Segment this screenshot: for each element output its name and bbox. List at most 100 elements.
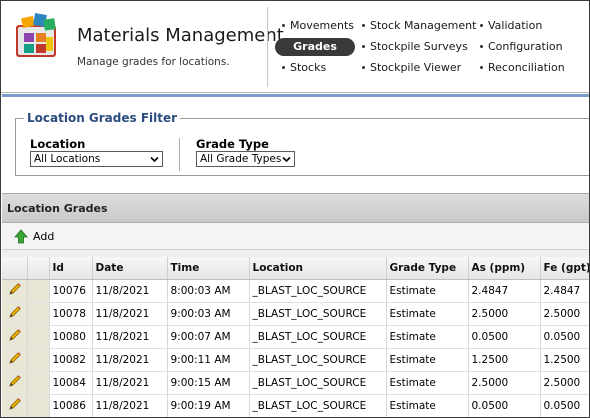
cell-id: 10078 [49, 302, 93, 326]
nav-movements[interactable]: Movements [282, 17, 354, 35]
nav-label: Reconciliation [488, 61, 565, 74]
cell-fe: 2.5000 [540, 371, 589, 395]
chevron-down-icon [282, 156, 291, 163]
cell-time: 9:00:07 AM [167, 325, 250, 349]
nav-label: Movements [290, 19, 354, 32]
add-label: Add [33, 230, 55, 243]
table-row[interactable]: 10082 11/8/2021 9:00:11 AM _BLAST_LOC_SOURC… [2, 348, 589, 372]
spacer-cell [27, 371, 50, 395]
cell-fe: 0.0500 [540, 325, 589, 349]
cell-as: 2.5000 [468, 302, 541, 326]
column-header-grade-type[interactable]: Grade Type [386, 257, 469, 280]
bullet-icon [362, 23, 365, 27]
cell-as: 2.5000 [468, 371, 541, 395]
nav-stockpile-surveys[interactable]: Stockpile Surveys [362, 38, 468, 56]
pencil-icon [9, 398, 21, 410]
add-button[interactable]: Add [14, 228, 55, 245]
cell-id: 10086 [49, 394, 93, 417]
cell-location: _BLAST_LOC_SOURCE [249, 371, 387, 395]
grade-type-label: Grade Type [196, 137, 269, 151]
column-header-id[interactable]: Id [49, 257, 93, 280]
cell-id: 10076 [49, 279, 93, 303]
pencil-icon [9, 306, 21, 318]
spacer-cell [27, 302, 50, 326]
nav-grades[interactable]: Grades [275, 38, 355, 56]
nav-stockpile-viewer[interactable]: Stockpile Viewer [362, 59, 461, 77]
cell-time: 9:00:11 AM [167, 348, 250, 372]
pencil-icon [9, 329, 21, 341]
edit-cell[interactable] [2, 302, 28, 326]
filter-legend: Location Grades Filter [24, 111, 181, 125]
cell-as: 1.2500 [468, 348, 541, 372]
cell-grade-type: Estimate [386, 394, 469, 417]
location-select[interactable]: All Locations [30, 151, 163, 167]
nav-configuration[interactable]: Configuration [480, 38, 563, 56]
cell-as: 2.4847 [468, 279, 541, 303]
cell-id: 10080 [49, 325, 93, 349]
grade-type-select[interactable]: All Grade Types [196, 151, 295, 167]
edit-cell[interactable] [2, 394, 28, 417]
cell-time: 9:00:15 AM [167, 371, 250, 395]
edit-cell[interactable] [2, 348, 28, 372]
cell-grade-type: Estimate [386, 325, 469, 349]
section-title: Location Grades [2, 193, 589, 223]
filter-separator [179, 138, 180, 171]
cell-location: _BLAST_LOC_SOURCE [249, 325, 387, 349]
bullet-icon [480, 44, 483, 48]
bullet-icon [282, 65, 285, 69]
cell-id: 10084 [49, 371, 93, 395]
nav-stock-management[interactable]: Stock Management [362, 17, 476, 35]
cell-date: 11/8/2021 [92, 348, 168, 372]
edit-cell[interactable] [2, 371, 28, 395]
app-logo-icon [16, 13, 56, 57]
column-header-time[interactable]: Time [167, 257, 250, 280]
filter-area: Location Grades Filter Location All Loca… [2, 94, 589, 193]
cell-as: 0.0500 [468, 394, 541, 417]
nav-reconciliation[interactable]: Reconciliation [480, 59, 565, 77]
grades-section: Location Grades Add Id Date Time Locatio [2, 193, 589, 417]
table-row[interactable]: 10084 11/8/2021 9:00:15 AM _BLAST_LOC_SOURC… [2, 371, 589, 395]
bullet-icon [362, 44, 365, 48]
column-header-location[interactable]: Location [249, 257, 387, 280]
nav-label: Validation [488, 19, 543, 32]
cell-date: 11/8/2021 [92, 279, 168, 303]
cell-grade-type: Estimate [386, 348, 469, 372]
grades-table: Id Date Time Location Grade Type As (ppm… [2, 257, 589, 417]
cell-grade-type: Estimate [386, 371, 469, 395]
table-row[interactable]: 10076 11/8/2021 8:00:03 AM _BLAST_LOC_SOURC… [2, 279, 589, 303]
table-row[interactable]: 10078 11/8/2021 9:00:03 AM _BLAST_LOC_SOURC… [2, 302, 589, 326]
nav-stocks[interactable]: Stocks [282, 59, 326, 77]
chevron-down-icon [150, 156, 159, 163]
nav-divider [267, 7, 268, 87]
table-row[interactable]: 10080 11/8/2021 9:00:07 AM _BLAST_LOC_SOURC… [2, 325, 589, 349]
bullet-icon [480, 65, 483, 69]
edit-cell[interactable] [2, 325, 28, 349]
spacer-cell [27, 325, 50, 349]
spacer-cell [27, 394, 50, 417]
cell-fe: 0.0500 [540, 394, 589, 417]
filter-fieldset [15, 118, 589, 176]
cell-time: 9:00:19 AM [167, 394, 250, 417]
cell-location: _BLAST_LOC_SOURCE [249, 302, 387, 326]
grid-toolbar: Add [2, 223, 589, 250]
column-header-as[interactable]: As (ppm) [468, 257, 541, 280]
pencil-icon [9, 375, 21, 387]
edit-column-header [2, 257, 28, 280]
column-header-fe[interactable]: Fe (gpt) [540, 257, 589, 280]
nav-label: Stocks [290, 61, 327, 74]
cell-fe: 2.5000 [540, 302, 589, 326]
location-select-value: All Locations [34, 153, 101, 165]
table-header-row: Id Date Time Location Grade Type As (ppm… [2, 257, 589, 280]
edit-cell[interactable] [2, 279, 28, 303]
nav-validation[interactable]: Validation [480, 17, 542, 35]
nav-label: Grades [293, 40, 337, 53]
table-row[interactable]: 10086 11/8/2021 9:00:19 AM _BLAST_LOC_SOURC… [2, 394, 589, 417]
header: Materials Management Manage grades for l… [1, 1, 589, 93]
app-subtitle: Manage grades for locations. [77, 56, 230, 68]
nav-label: Stock Management [370, 19, 477, 32]
column-header-date[interactable]: Date [92, 257, 168, 280]
spacer-cell [27, 279, 50, 303]
grade-type-select-value: All Grade Types [200, 153, 282, 165]
cell-location: _BLAST_LOC_SOURCE [249, 279, 387, 303]
cell-time: 9:00:03 AM [167, 302, 250, 326]
